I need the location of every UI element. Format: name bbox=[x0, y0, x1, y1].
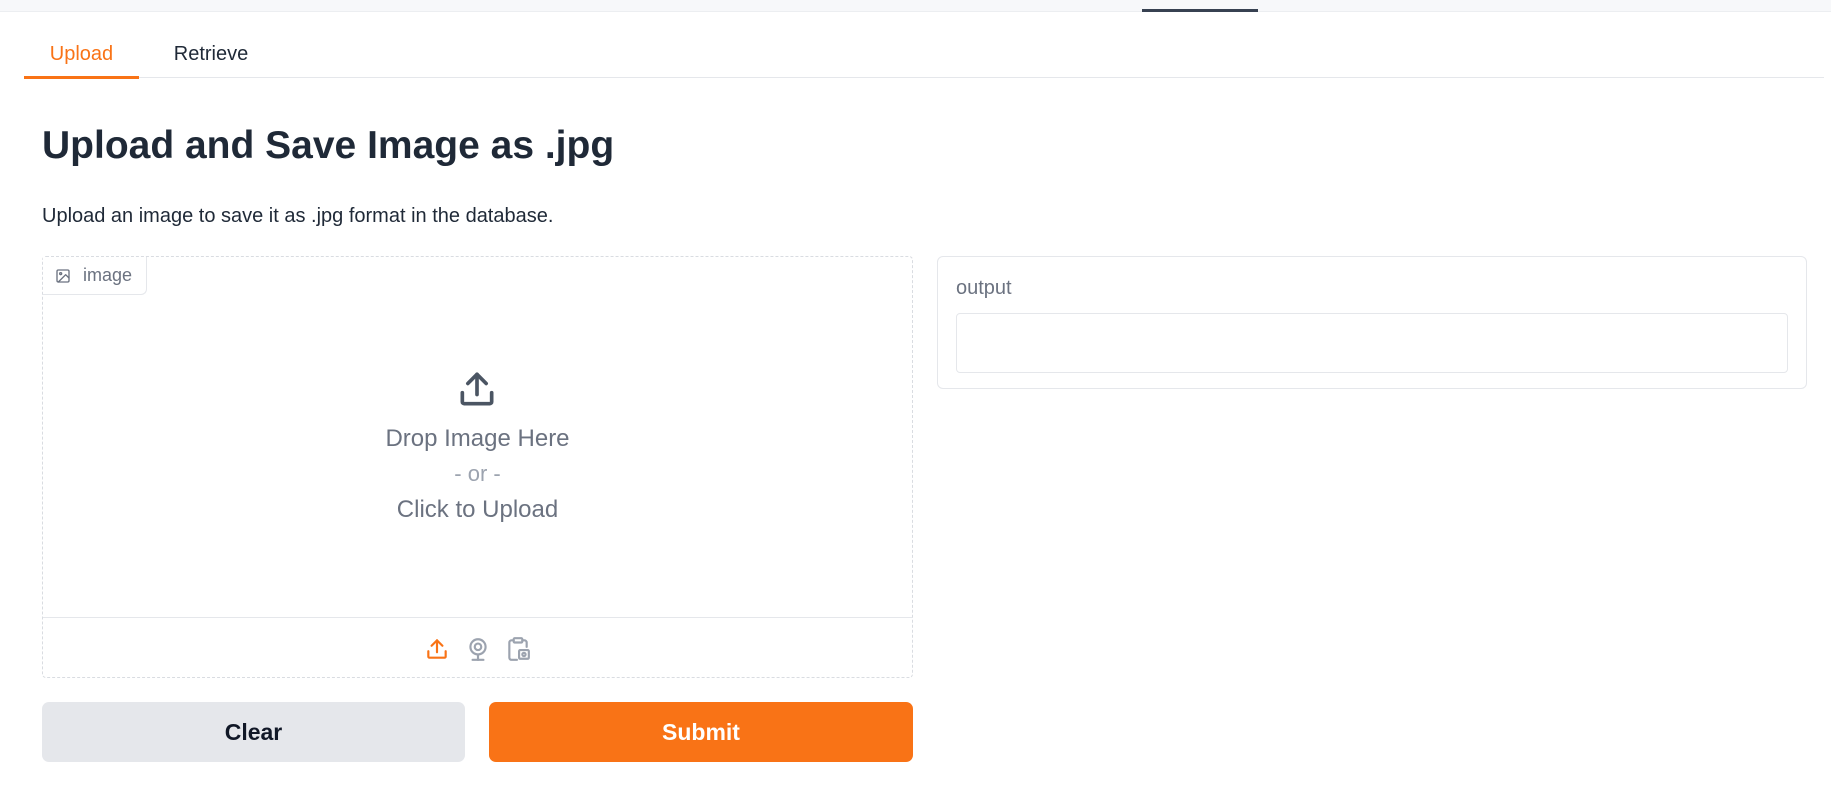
tab-retrieve[interactable]: Retrieve bbox=[150, 36, 272, 78]
output-label: output bbox=[956, 277, 1012, 299]
image-drop-zone[interactable]: Drop Image Here - or - Click to Upload bbox=[43, 257, 912, 617]
top-strip bbox=[0, 0, 1831, 12]
clipboard-icon[interactable] bbox=[505, 636, 531, 662]
output-textbox[interactable] bbox=[956, 313, 1788, 373]
image-label-badge: image bbox=[43, 257, 147, 295]
upload-icon bbox=[460, 372, 494, 406]
source-selector bbox=[43, 617, 912, 677]
image-upload-panel: Drop Image Here - or - Click to Upload i… bbox=[42, 256, 913, 678]
tab-bar: Upload Retrieve bbox=[24, 36, 1824, 79]
drop-image-text: Drop Image Here bbox=[385, 425, 570, 452]
tab-upload[interactable]: Upload bbox=[24, 36, 139, 79]
clear-button[interactable]: Clear bbox=[42, 702, 465, 762]
submit-button[interactable]: Submit bbox=[489, 702, 913, 762]
upload-source-icon[interactable] bbox=[424, 636, 450, 662]
drop-or-text: - or - bbox=[454, 461, 501, 486]
image-icon bbox=[56, 268, 70, 283]
click-to-upload-text: Click to Upload bbox=[396, 496, 559, 523]
page-description: Upload an image to save it as .jpg forma… bbox=[42, 205, 554, 227]
output-panel: output bbox=[937, 256, 1807, 389]
top-indicator bbox=[1142, 9, 1258, 12]
page-title: Upload and Save Image as .jpg bbox=[42, 124, 615, 167]
image-label: image bbox=[83, 265, 133, 285]
webcam-icon[interactable] bbox=[465, 636, 491, 662]
